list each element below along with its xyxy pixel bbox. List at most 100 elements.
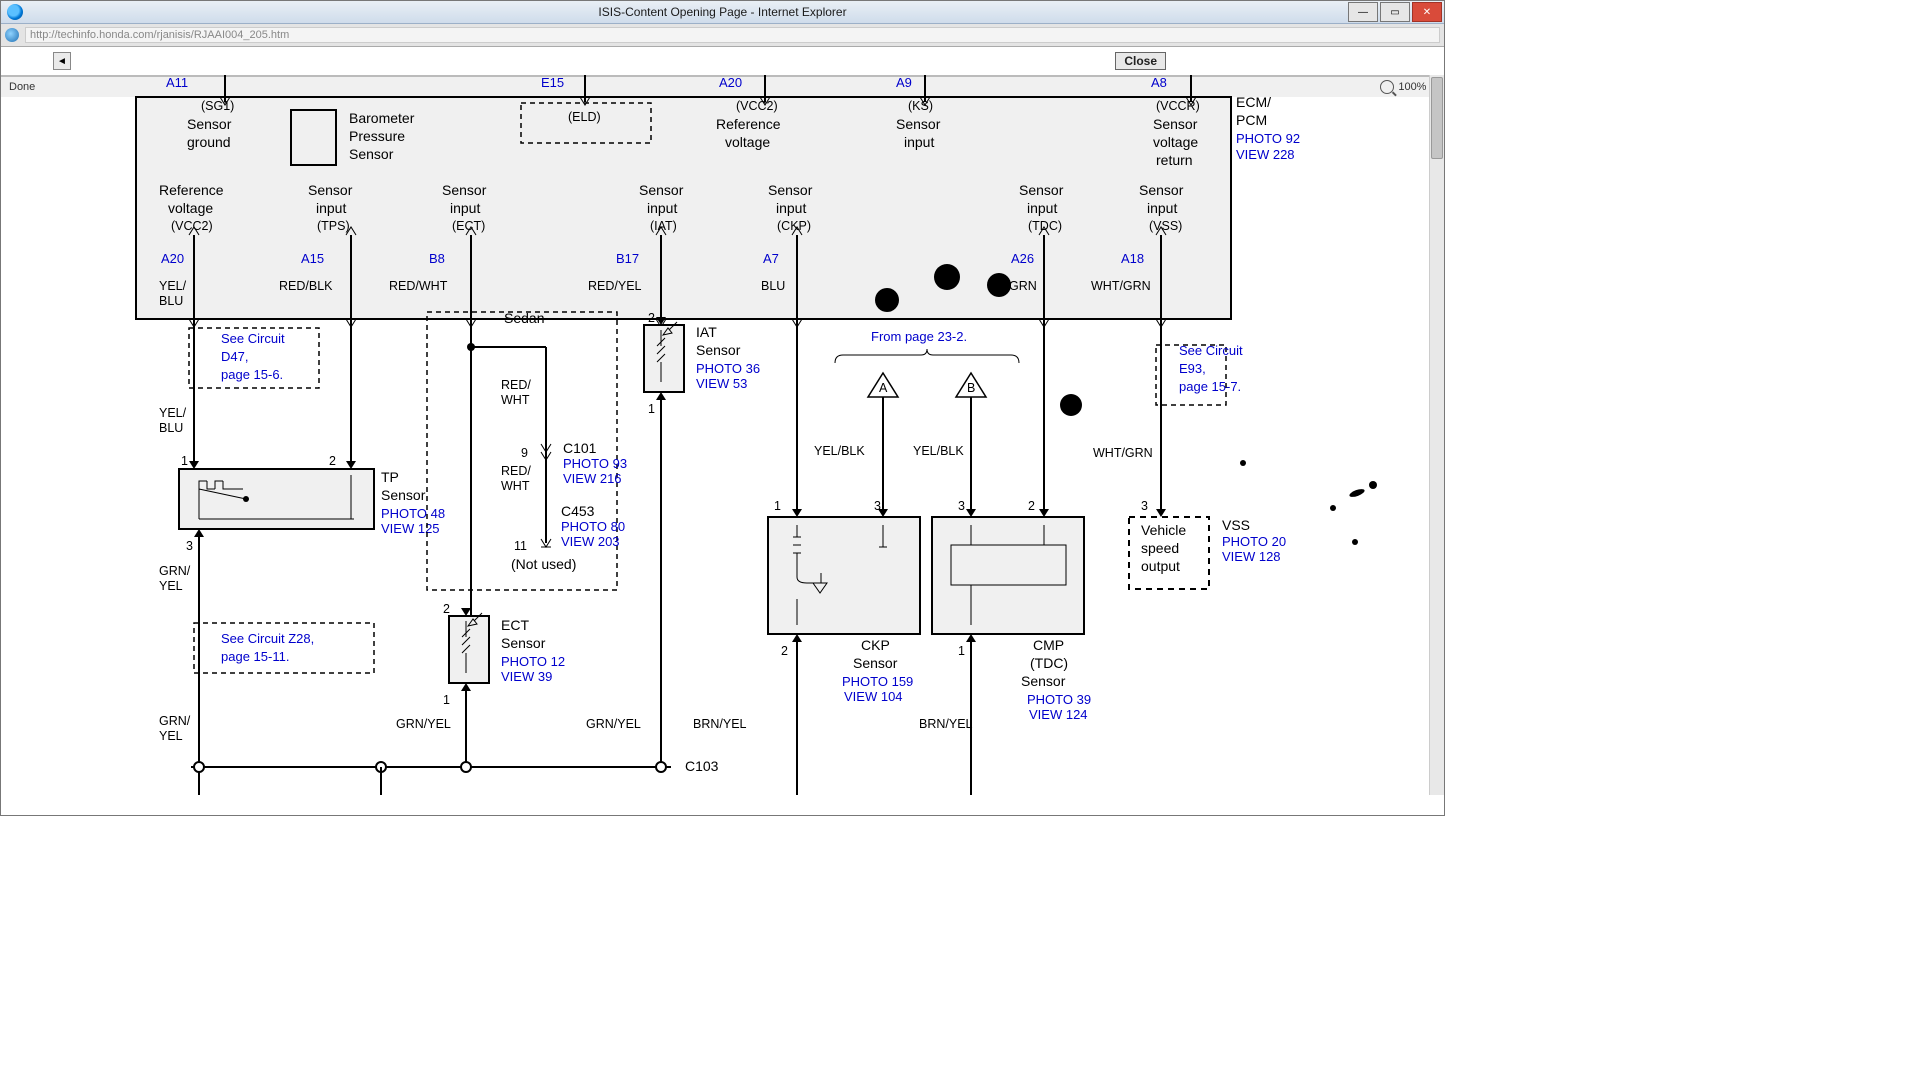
svg-text:ECM/: ECM/: [1236, 94, 1271, 110]
svg-text:BRN/YEL: BRN/YEL: [919, 717, 973, 731]
svg-text:C453: C453: [561, 503, 595, 519]
svg-text:RED/BLK: RED/BLK: [279, 279, 333, 293]
window-title: ISIS-Content Opening Page - Internet Exp…: [598, 5, 846, 19]
svg-text:input: input: [450, 200, 480, 216]
maximize-button[interactable]: ▭: [1380, 2, 1410, 22]
svg-text:voltage: voltage: [725, 134, 770, 150]
svg-text:A11: A11: [166, 75, 188, 90]
svg-text:(VSS): (VSS): [1149, 219, 1182, 233]
svg-text:PHOTO 20: PHOTO 20: [1222, 534, 1286, 549]
svg-text:VIEW 104: VIEW 104: [844, 689, 903, 704]
svg-text:E93,: E93,: [1179, 361, 1206, 376]
svg-text:GRN/YEL: GRN/YEL: [396, 717, 451, 731]
nav-back-button[interactable]: ◄: [53, 52, 71, 70]
svg-text:Sensor: Sensor: [696, 342, 741, 358]
svg-text:CMP: CMP: [1033, 637, 1064, 653]
svg-text:Sensor: Sensor: [442, 182, 487, 198]
svg-text:A18: A18: [1121, 251, 1144, 266]
svg-text:YEL/BLK: YEL/BLK: [814, 444, 865, 458]
svg-text:1: 1: [648, 402, 655, 416]
svg-text:WHT: WHT: [501, 393, 530, 407]
svg-text:RED/: RED/: [501, 378, 531, 392]
minimize-button[interactable]: —: [1348, 2, 1378, 22]
svg-text:A8: A8: [1151, 75, 1167, 90]
svg-text:VIEW 128: VIEW 128: [1222, 549, 1281, 564]
svg-text:return: return: [1156, 152, 1193, 168]
svg-text:A20: A20: [719, 75, 742, 90]
svg-text:ground: ground: [187, 134, 231, 150]
svg-text:(VCCR): (VCCR): [1156, 99, 1200, 113]
svg-text:B17: B17: [616, 251, 639, 266]
svg-text:page 15-6.: page 15-6.: [221, 367, 283, 382]
svg-text:BLU: BLU: [761, 279, 785, 293]
svg-text:2: 2: [443, 602, 450, 616]
svg-text:TP: TP: [381, 469, 399, 485]
svg-text:9: 9: [521, 446, 528, 460]
svg-text:page 15-7.: page 15-7.: [1179, 379, 1241, 394]
svg-text:Reference: Reference: [716, 116, 781, 132]
svg-text:E15: E15: [541, 75, 564, 90]
close-window-button[interactable]: ✕: [1412, 2, 1442, 22]
vertical-scrollbar[interactable]: [1429, 75, 1444, 795]
svg-text:YEL/: YEL/: [159, 279, 187, 293]
svg-text:2: 2: [1028, 499, 1035, 513]
svg-text:Sensor: Sensor: [768, 182, 813, 198]
svg-text:A20: A20: [161, 251, 184, 266]
titlebar: ISIS-Content Opening Page - Internet Exp…: [1, 1, 1444, 24]
svg-text:VIEW 125: VIEW 125: [381, 521, 440, 536]
svg-text:From page 23-2.: From page 23-2.: [871, 329, 967, 344]
globe-icon: [5, 28, 19, 42]
svg-text:RED/: RED/: [501, 464, 531, 478]
svg-text:WHT/GRN: WHT/GRN: [1091, 279, 1151, 293]
svg-text:PHOTO 80: PHOTO 80: [561, 519, 625, 534]
svg-text:(KS): (KS): [908, 99, 933, 113]
svg-text:CKP: CKP: [861, 637, 890, 653]
svg-text:input: input: [776, 200, 806, 216]
svg-text:GRN/YEL: GRN/YEL: [586, 717, 641, 731]
address-bar: http://techinfo.honda.com/rjanisis/RJAAI…: [1, 24, 1444, 47]
scrollbar-thumb[interactable]: [1431, 77, 1443, 159]
svg-text:1: 1: [181, 454, 188, 468]
svg-text:VIEW 53: VIEW 53: [696, 376, 747, 391]
svg-text:See Circuit: See Circuit: [1179, 343, 1243, 358]
svg-text:3: 3: [1141, 499, 1148, 513]
svg-text:input: input: [316, 200, 346, 216]
svg-text:PHOTO 36: PHOTO 36: [696, 361, 760, 376]
svg-text:Barometer: Barometer: [349, 110, 415, 126]
svg-text:PHOTO 93: PHOTO 93: [563, 456, 627, 471]
url-field[interactable]: http://techinfo.honda.com/rjanisis/RJAAI…: [25, 27, 1440, 43]
svg-text:PHOTO 12: PHOTO 12: [501, 654, 565, 669]
svg-text:Sensor: Sensor: [1139, 182, 1184, 198]
svg-text:3: 3: [186, 539, 193, 553]
svg-text:C101: C101: [563, 440, 597, 456]
svg-text:WHT: WHT: [501, 479, 530, 493]
svg-text:PHOTO 92: PHOTO 92: [1236, 131, 1300, 146]
svg-text:Vehicle: Vehicle: [1141, 522, 1186, 538]
svg-text:Sensor: Sensor: [501, 635, 546, 651]
svg-text:Pressure: Pressure: [349, 128, 405, 144]
svg-text:VIEW 216: VIEW 216: [563, 471, 622, 486]
svg-text:See Circuit: See Circuit: [221, 331, 285, 346]
window-controls: — ▭ ✕: [1348, 2, 1444, 22]
content-area: ◄ Close ECM/ PCM PHOTO 92 VIEW 228 A11 E…: [1, 47, 1444, 815]
svg-text:1: 1: [774, 499, 781, 513]
svg-text:VIEW 124: VIEW 124: [1029, 707, 1088, 722]
svg-text:Reference: Reference: [159, 182, 224, 198]
svg-text:GRN/: GRN/: [159, 564, 191, 578]
svg-text:input: input: [1027, 200, 1057, 216]
svg-text:YEL: YEL: [159, 579, 183, 593]
ie-icon: [7, 4, 23, 20]
svg-text:(Not used): (Not used): [511, 556, 576, 572]
svg-text:BLU: BLU: [159, 294, 183, 308]
svg-text:Sensor: Sensor: [349, 146, 394, 162]
svg-text:GRN: GRN: [1009, 279, 1037, 293]
magnifier-icon: [1380, 80, 1394, 94]
svg-text:PHOTO 48: PHOTO 48: [381, 506, 445, 521]
svg-text:voltage: voltage: [168, 200, 213, 216]
svg-text:C103: C103: [685, 758, 719, 774]
svg-text:2: 2: [781, 644, 788, 658]
svg-text:(TDC): (TDC): [1030, 655, 1068, 671]
svg-text:D47,: D47,: [221, 349, 248, 364]
page-close-button[interactable]: Close: [1115, 52, 1166, 70]
svg-text:(SG1): (SG1): [201, 99, 234, 113]
